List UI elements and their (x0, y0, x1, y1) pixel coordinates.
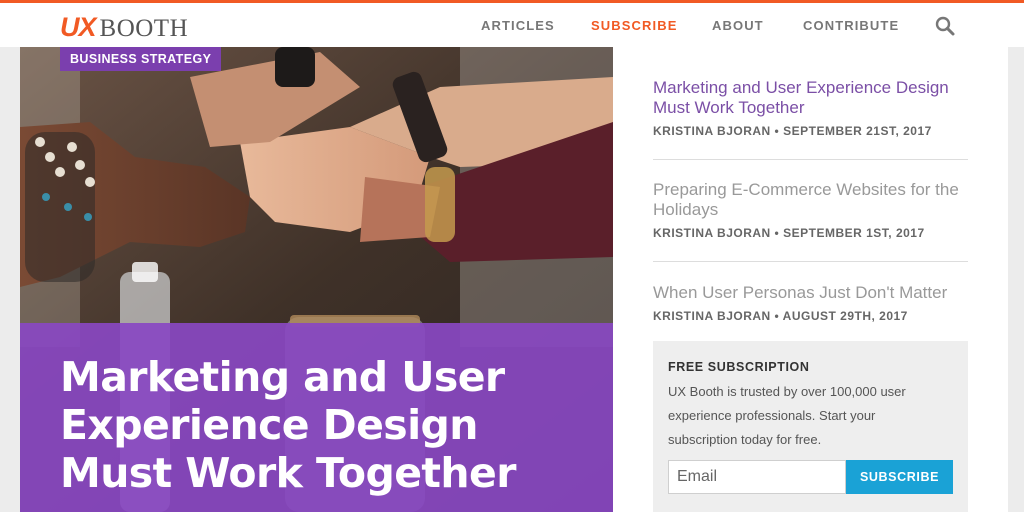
article-title-link[interactable]: Marketing and User Experience Design Mus… (653, 78, 968, 118)
nav-contribute[interactable]: CONTRIBUTE (803, 18, 899, 33)
hero-featured-article[interactable]: BUSINESS STRATEGY Marketing and User Exp… (20, 47, 613, 512)
email-input[interactable] (668, 460, 846, 494)
article-meta: KRISTINA BJORAN • SEPTEMBER 21ST, 2017 (653, 124, 932, 138)
site-header: UX BOOTH ARTICLES SUBSCRIBE ABOUT CONTRI… (0, 3, 1024, 47)
hero-title[interactable]: Marketing and User Experience Design Mus… (60, 353, 580, 497)
sidebar-article: When User Personas Just Don't Matter KRI… (653, 283, 968, 323)
sidebar-article: Marketing and User Experience Design Mus… (653, 78, 968, 138)
article-title-link[interactable]: Preparing E-Commerce Websites for the Ho… (653, 180, 968, 220)
subscription-text: UX Booth is trusted by over 100,000 user… (668, 384, 906, 447)
nav-articles[interactable]: ARTICLES (481, 18, 555, 33)
article-divider (653, 159, 968, 160)
article-divider (653, 261, 968, 262)
sidebar: Marketing and User Experience Design Mus… (613, 47, 1008, 512)
subscription-heading: FREE SUBSCRIPTION (668, 360, 810, 374)
hero-title-panel: Marketing and User Experience Design Mus… (20, 323, 613, 512)
subscribe-button[interactable]: SUBSCRIBE (846, 460, 953, 494)
article-meta: KRISTINA BJORAN • AUGUST 29TH, 2017 (653, 309, 908, 323)
site-logo[interactable]: UX BOOTH (60, 12, 189, 42)
category-badge[interactable]: BUSINESS STRATEGY (60, 47, 222, 71)
sidebar-article: Preparing E-Commerce Websites for the Ho… (653, 180, 968, 240)
article-meta: KRISTINA BJORAN • SEPTEMBER 1ST, 2017 (653, 226, 925, 240)
logo-ux-mark: UX (60, 12, 97, 42)
logo-booth-wordmark: BOOTH (99, 15, 189, 42)
nav-subscribe[interactable]: SUBSCRIBE (591, 18, 677, 33)
subscription-box: FREE SUBSCRIPTION UX Booth is trusted by… (653, 341, 968, 512)
search-icon[interactable] (934, 15, 956, 37)
article-title-link[interactable]: When User Personas Just Don't Matter (653, 283, 968, 303)
nav-about[interactable]: ABOUT (712, 18, 764, 33)
